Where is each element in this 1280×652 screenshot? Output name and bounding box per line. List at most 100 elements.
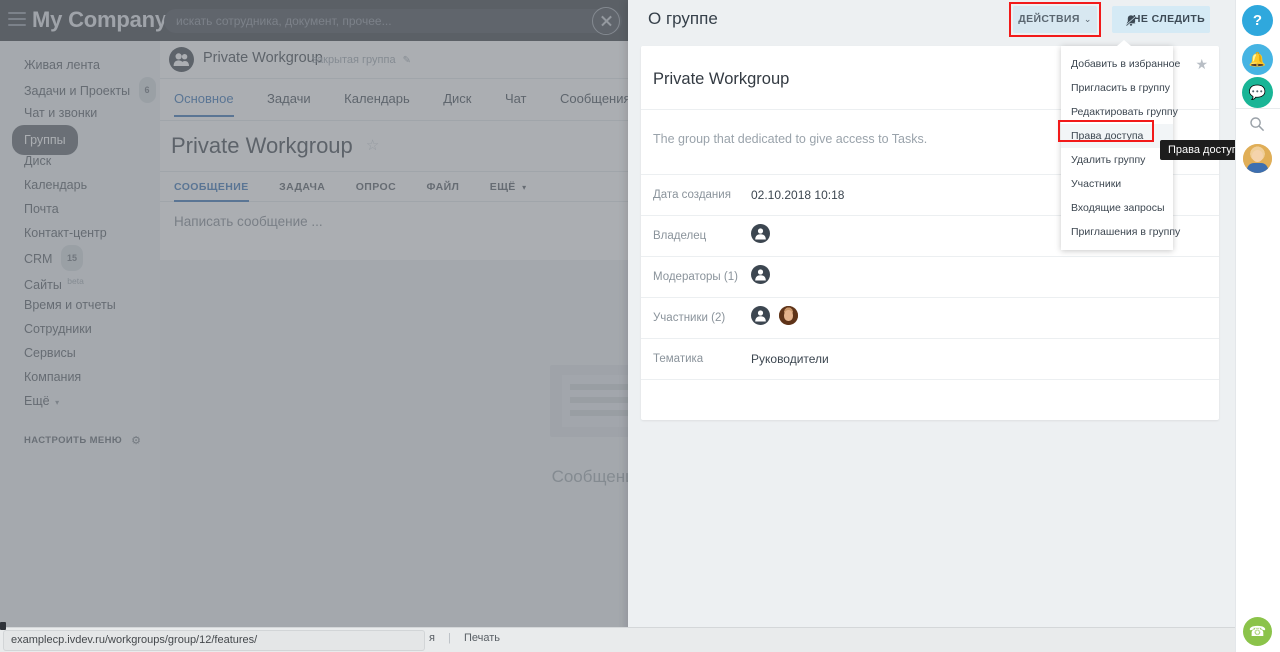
print-link[interactable]: Печать xyxy=(464,632,500,644)
menu-item-group-invitations[interactable]: Приглашения в группу xyxy=(1061,220,1180,244)
chevron-down-icon: ▾ xyxy=(522,183,527,192)
download-url: examplecp.ivdev.ru/workgroups/group/12/f… xyxy=(11,634,258,646)
sidebar-item-label: Задачи и Проекты xyxy=(24,84,131,98)
sidebar-item-contact-center[interactable]: Контакт-центр xyxy=(0,221,160,245)
sidebar-item-label: Живая лента xyxy=(24,58,100,72)
sidebar-beta-tag: beta xyxy=(67,276,84,286)
sidebar-item-groups[interactable]: Группы xyxy=(0,125,160,155)
unfollow-button-label: НЕ СЛЕДИТЬ xyxy=(1132,13,1206,25)
info-row-moderators: Модераторы (1) xyxy=(641,257,1219,298)
star-outline-icon[interactable]: ☆ xyxy=(366,137,379,154)
row-avatars xyxy=(751,306,803,325)
hamburger-icon[interactable] xyxy=(8,12,26,26)
slider-title: О группе xyxy=(648,9,718,28)
post-tab-more-label: ЕЩЁ xyxy=(489,181,516,193)
sidebar-item-label: Календарь xyxy=(24,178,88,192)
avatar[interactable] xyxy=(779,306,799,325)
chevron-down-icon: ⌄ xyxy=(1083,14,1092,24)
menu-item-edit-group[interactable]: Редактировать группу xyxy=(1061,100,1178,124)
close-icon[interactable] xyxy=(592,7,620,35)
menu-item-delete-group[interactable]: Удалить группу xyxy=(1061,148,1173,172)
chat-bubble-icon[interactable]: 💬 xyxy=(1242,77,1273,108)
sidebar-item-live-feed[interactable]: Живая лента xyxy=(0,53,160,77)
group-avatar-icon xyxy=(169,47,194,72)
sidebar-item-calendar[interactable]: Календарь xyxy=(0,173,160,197)
sidebar-item-drive[interactable]: Диск xyxy=(0,149,160,173)
post-tab-poll[interactable]: ОПРОС xyxy=(356,172,396,201)
pencil-icon[interactable]: ✎ xyxy=(403,55,411,66)
post-message-input[interactable]: Написать сообщение ... xyxy=(174,214,323,229)
menu-item-members[interactable]: Участники xyxy=(1061,172,1173,196)
phone-icon[interactable]: ☎ xyxy=(1243,617,1272,646)
post-tab-task[interactable]: ЗАДАЧА xyxy=(279,172,325,201)
info-row-spacer xyxy=(641,380,1219,420)
sidebar-item-time-reports[interactable]: Время и отчеты xyxy=(0,293,160,317)
sidebar-item-label: Почта xyxy=(24,202,59,216)
sidebar-item-more[interactable]: Ещё ▾ xyxy=(0,389,160,413)
sidebar-badge-crm: 15 xyxy=(60,245,83,271)
sidebar-badge-tasks: 6 xyxy=(138,77,156,103)
browser-download-bar: examplecp.ivdev.ru/workgroups/group/12/f… xyxy=(0,622,1280,652)
unfollow-button[interactable]: НЕ СЛЕДИТЬ xyxy=(1112,6,1210,33)
chevron-down-icon: ▾ xyxy=(55,398,60,407)
question-mark-icon[interactable]: ? xyxy=(1242,5,1273,36)
sidebar-item-sites[interactable]: Сайты beta xyxy=(0,269,160,293)
tab-chat[interactable]: Чат xyxy=(505,79,527,116)
help-label: ? xyxy=(1252,12,1263,29)
post-tab-message[interactable]: СООБЩЕНИЕ xyxy=(174,172,249,202)
bell-icon[interactable]: 🔔 xyxy=(1242,44,1273,75)
tab-calendar[interactable]: Календарь xyxy=(344,79,410,116)
page-title: Private Workgroup ☆ xyxy=(171,133,379,159)
row-label: Участники (2) xyxy=(653,312,726,324)
sidebar-item-employees[interactable]: Сотрудники xyxy=(0,317,160,341)
post-tab-more[interactable]: ЕЩЁ ▾ xyxy=(490,172,527,201)
sidebar-item-label: Ещё xyxy=(24,394,50,408)
tab-messages[interactable]: Сообщения xyxy=(560,79,631,116)
sidebar-item-mail[interactable]: Почта xyxy=(0,197,160,221)
right-icon-rail: ? 🔔 💬 ☎ xyxy=(1235,0,1280,652)
tab-tasks[interactable]: Задачи xyxy=(267,79,311,116)
left-sidebar: Живая лента Задачи и Проекты 6 Чат и зво… xyxy=(0,41,160,652)
sidebar-item-tasks[interactable]: Задачи и Проекты 6 xyxy=(0,77,160,103)
menu-item-incoming-requests[interactable]: Входящие запросы xyxy=(1061,196,1173,220)
search-placeholder: искать сотрудника, документ, прочее... xyxy=(176,14,392,28)
sidebar-item-label: CRM xyxy=(24,252,53,266)
setup-menu-button[interactable]: НАСТРОИТЬ МЕНЮ ⚙ xyxy=(24,434,141,447)
workgroup-subtitle[interactable]: закрытая группа ✎ xyxy=(312,54,411,66)
sidebar-item-crm[interactable]: CRM 15 xyxy=(0,245,160,271)
search-icon[interactable] xyxy=(1249,116,1265,132)
post-tab-file[interactable]: ФАЙЛ xyxy=(427,172,460,201)
actions-button[interactable]: ДЕЙСТВИЯ ⌄ xyxy=(1013,6,1097,33)
workgroup-subtitle-label: закрытая группа xyxy=(312,54,396,66)
menu-item-add-to-favorites[interactable]: Добавить в избранное xyxy=(1061,52,1180,76)
actions-button-label: ДЕЙСТВИЯ xyxy=(1018,13,1080,25)
download-item[interactable]: examplecp.ivdev.ru/workgroups/group/12/f… xyxy=(4,631,424,650)
avatar[interactable] xyxy=(751,224,770,243)
menu-item-invite-to-group[interactable]: Пригласить в группу xyxy=(1061,76,1173,100)
tab-main[interactable]: Основное xyxy=(174,79,234,117)
sidebar-item-chat[interactable]: Чат и звонки xyxy=(0,101,160,125)
row-value: Руководители xyxy=(751,352,829,366)
status-bar-right: я | Печать xyxy=(429,632,500,644)
sidebar-item-label: Сервисы xyxy=(24,346,76,360)
sidebar-item-label: Контакт-центр xyxy=(24,226,107,240)
avatar[interactable] xyxy=(751,265,770,284)
workgroup-title: Private Workgroup xyxy=(203,50,323,66)
sidebar-item-label: Диск xyxy=(24,154,52,168)
slider-header: О группе ДЕЙСТВИЯ ⌄ НЕ СЛЕДИТЬ xyxy=(628,0,1228,41)
bell-crossed-icon xyxy=(1124,12,1138,26)
search-input[interactable]: искать сотрудника, документ, прочее... xyxy=(164,9,622,33)
sidebar-item-label: Время и отчеты xyxy=(24,298,116,312)
tab-drive[interactable]: Диск xyxy=(443,79,471,116)
avatar[interactable] xyxy=(751,306,770,325)
user-avatar[interactable] xyxy=(1243,144,1272,173)
sidebar-item-services[interactable]: Сервисы xyxy=(0,341,160,365)
rail-divider xyxy=(1236,108,1280,109)
sidebar-item-company[interactable]: Компания xyxy=(0,365,160,389)
star-filled-icon[interactable]: ★ xyxy=(1195,56,1208,73)
menu-item-access-permissions[interactable]: Права доступа xyxy=(1061,124,1173,148)
info-row-members: Участники (2) xyxy=(641,298,1219,339)
setup-menu-label: НАСТРОИТЬ МЕНЮ xyxy=(24,435,123,446)
logo-text: My Company xyxy=(32,7,167,32)
app-root: Живая лента Задачи и Проекты 6 Чат и зво… xyxy=(0,0,1280,652)
